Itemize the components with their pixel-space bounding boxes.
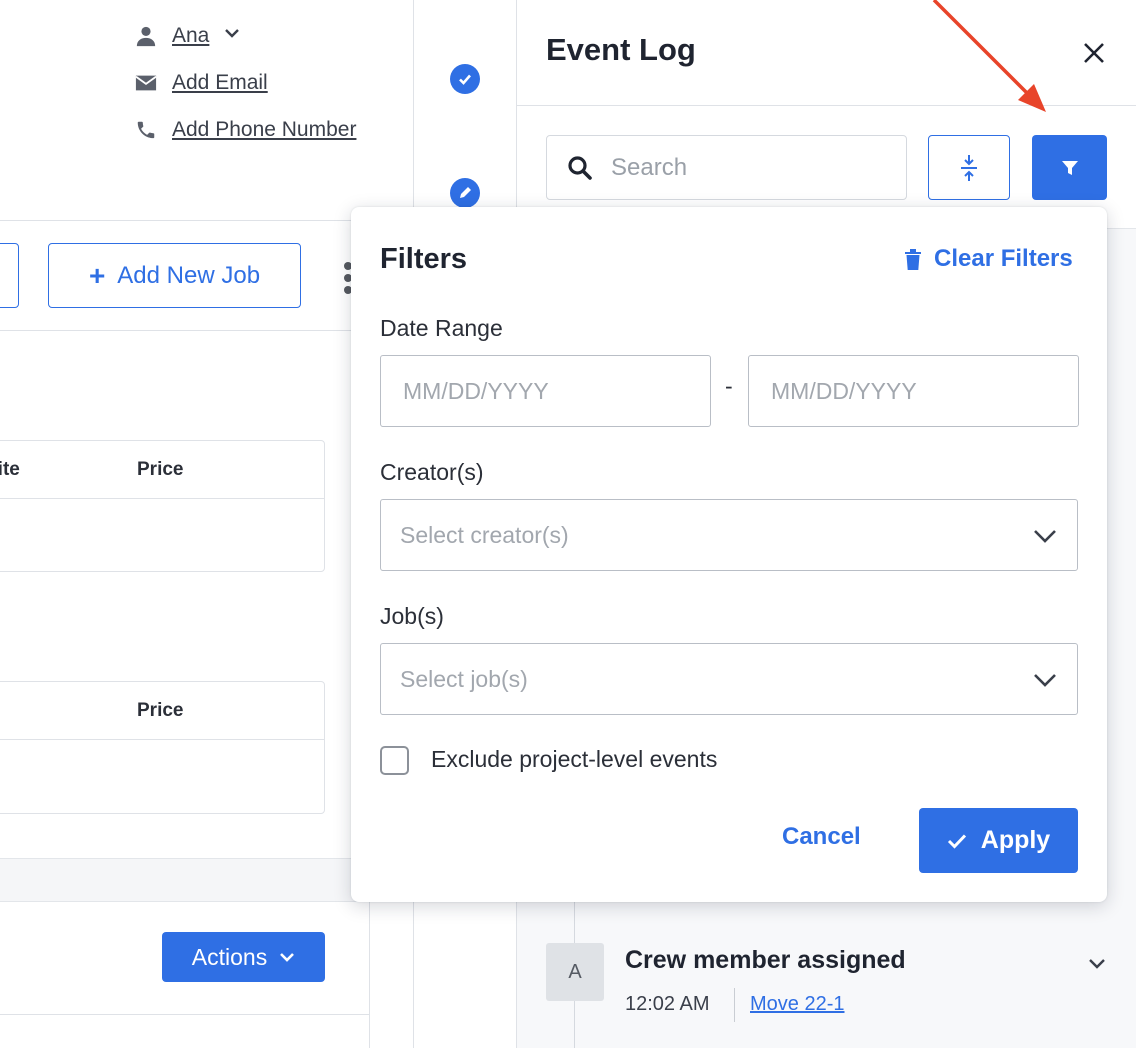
close-icon[interactable] [1081,40,1107,66]
table-header: Site Price [0,441,324,499]
contact-phone-row[interactable]: Add Phone Number [134,118,356,142]
plus-icon: + [88,259,106,291]
exclude-project-events-checkbox[interactable] [380,746,409,775]
chevron-down-icon[interactable] [1087,953,1107,973]
avatar: A [546,943,604,1001]
event-item-job-link[interactable]: Move 22-1 [750,993,845,1016]
add-new-job-label: Add New Job [117,261,261,289]
card-divider [0,1014,370,1015]
check-circle-icon[interactable] [450,64,480,94]
event-log-title: Event Log [546,32,696,67]
secondary-action-button[interactable] [0,243,19,308]
jobs-select[interactable]: Select job(s) [380,643,1078,715]
date-to-input[interactable] [748,355,1079,427]
chevron-down-icon [1034,674,1056,687]
date-range-separator: - [725,373,733,399]
chevron-down-icon [280,953,295,962]
contact-email-row[interactable]: Add Email [134,71,268,95]
jobs-table: Site Price [0,440,325,572]
apply-label: Apply [980,826,1051,854]
jobs-select-placeholder: Select job(s) [400,665,528,692]
column-header-site: Site [0,459,20,480]
event-search-box[interactable] [546,135,907,200]
event-item-title: Crew member assigned [625,946,906,974]
header-divider [517,105,1136,106]
actions-label: Actions [191,943,268,970]
jobs-table-secondary: Price [0,681,325,814]
add-new-job-button[interactable]: + Add New Job [48,243,301,308]
contact-name-row[interactable]: Ana [134,24,241,48]
contact-name-link[interactable]: Ana [172,24,209,48]
user-icon [134,24,158,48]
filter-button[interactable] [1032,135,1107,200]
event-item-time: 12:02 AM [625,993,710,1015]
bottom-card: Actions [0,902,370,1048]
expand-collapse-icon [961,154,977,181]
filter-funnel-icon [1061,160,1078,175]
pencil-chat-icon[interactable] [450,178,480,208]
date-range-label: Date Range [380,315,503,341]
column-header-price: Price [137,459,184,480]
checkmark-icon [947,833,966,849]
jobs-label: Job(s) [380,603,444,629]
trash-icon [905,248,921,270]
creators-select-placeholder: Select creator(s) [400,521,569,548]
filters-title: Filters [380,243,468,275]
envelope-icon [134,71,158,95]
clear-filters-button[interactable]: Clear Filters [904,245,1073,273]
search-icon [568,155,592,180]
apply-button[interactable]: Apply [919,808,1078,873]
table-header: Price [0,682,324,740]
phone-icon [134,118,158,142]
actions-dropdown-button[interactable]: Actions [162,932,325,982]
clear-filters-label: Clear Filters [934,245,1073,272]
exclude-project-events-label: Exclude project-level events [431,746,718,772]
chevron-down-icon[interactable] [223,24,241,48]
filters-popover: Filters Clear Filters Date Range - Creat… [351,207,1107,902]
creators-select[interactable]: Select creator(s) [380,499,1078,571]
expand-collapse-button[interactable] [928,135,1010,200]
event-item-separator [734,988,735,1022]
cancel-button[interactable]: Cancel [782,823,861,851]
column-header-price: Price [137,700,184,721]
date-from-input[interactable] [380,355,711,427]
add-phone-link[interactable]: Add Phone Number [172,118,356,142]
search-input[interactable] [611,153,871,182]
chevron-down-icon [1034,530,1056,543]
add-email-link[interactable]: Add Email [172,71,268,95]
creators-label: Creator(s) [380,459,484,485]
